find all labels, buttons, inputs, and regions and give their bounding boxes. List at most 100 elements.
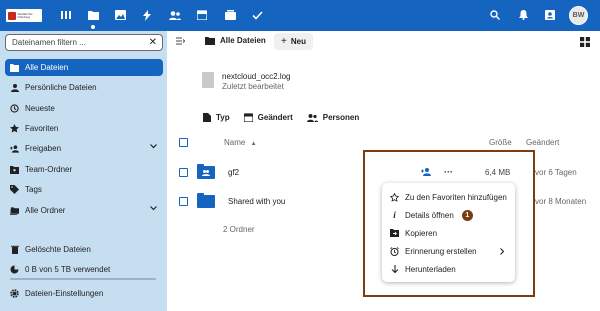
sidebar-item-tags[interactable]: Tags [5,181,163,198]
grid-view-icon[interactable] [580,37,590,47]
info-icon: i [393,210,396,220]
clear-filter-icon[interactable]: ✕ [149,37,157,48]
filter-modified-label: Geändert [257,113,293,122]
notifications-bell-icon[interactable] [516,8,530,22]
sidebar-item-label: Persönliche Dateien [25,83,97,92]
filter-people-label: Personen [322,113,360,122]
contacts-icon[interactable] [168,8,182,22]
menu-item-label: Herunterladen [405,264,456,274]
menu-item-create-reminder[interactable]: Erinnerung erstellen [382,242,515,260]
breadcrumb-label: Alle Dateien [220,36,266,45]
file-modified: vor 8 Monaten [535,196,587,206]
folder-icon [197,192,215,208]
team-folder-icon [10,165,19,174]
recent-file-subtitle: Zuletzt bearbeitet [222,82,284,91]
file-modified: vor 6 Tagen [535,167,577,177]
menu-item-label: Erinnerung erstellen [405,246,477,256]
people-icon [306,113,318,122]
contacts-menu-icon[interactable] [543,8,557,22]
recent-file-name: nextcloud_occ2.log [222,72,291,81]
filter-people[interactable]: Personen [306,113,360,122]
filter-placeholder: Dateinamen filtern ... [12,38,86,47]
sidebar-item-label: Dateien-Einstellungen [25,289,104,298]
files-settings-button[interactable]: Dateien-Einstellungen [5,285,163,302]
top-bar: Stadtarchiv Nürnberg BW [0,0,600,31]
folder-summary: 2 Ordner [223,225,255,234]
sidebar-item-label: Freigaben [25,144,62,153]
user-icon [10,83,19,92]
select-all-checkbox[interactable] [179,138,188,147]
plus-icon: + [281,36,287,47]
quota-bar [10,278,156,280]
row-checkbox[interactable] [179,167,188,177]
sort-ascending-icon: ▲ [250,141,257,147]
filter-input[interactable]: Dateinamen filtern ... ✕ [5,34,163,51]
filter-chips: Typ Geändert Personen [203,113,359,122]
calendar-icon [243,113,253,122]
row-checkbox[interactable] [179,196,188,206]
sidebar-item-label: Gelöschte Dateien [25,245,91,254]
dashboard-icon[interactable] [59,8,73,22]
star-outline-icon [390,192,399,202]
sidebar-item-team-folders[interactable]: Team-Ordner [5,161,163,178]
folder-multiple-icon [10,206,19,215]
column-modified[interactable]: Geändert [526,138,559,147]
chevron-down-icon[interactable] [150,206,157,211]
star-icon [10,124,19,133]
toggle-navigation-icon[interactable] [176,37,185,45]
activity-icon[interactable] [140,8,154,22]
sidebar-item-label: Team-Ordner [25,165,73,174]
deck-icon[interactable] [223,8,237,22]
file-type-icon [203,113,211,122]
sidebar-item-deleted-files[interactable]: Gelöschte Dateien [5,241,163,258]
sidebar-item-label: Alle Ordner [25,206,66,215]
sidebar-item-favorites[interactable]: Favoriten [5,120,163,137]
sidebar-item-all-files[interactable]: Alle Dateien [5,59,163,76]
filter-type[interactable]: Typ [203,113,230,122]
sidebar-item-personal-files[interactable]: Persönliche Dateien [5,79,163,96]
search-icon[interactable] [488,8,502,22]
pie-chart-icon [10,265,19,274]
folder-move-icon [390,229,399,237]
file-name[interactable]: gf2 [228,168,239,177]
menu-item-add-favorite[interactable]: Zu den Favoriten hinzufügen [382,188,515,206]
context-menu: Zu den Favoriten hinzufügen i Details öf… [382,183,515,282]
share-icon [10,144,19,153]
tag-icon [10,185,19,194]
chevron-down-icon[interactable] [150,144,157,149]
file-name[interactable]: Shared with you [228,197,285,206]
column-name[interactable]: Name ▲ [224,138,257,147]
annotation-badge: 1 [461,209,473,221]
new-button[interactable]: + Neu [274,33,313,50]
photos-icon[interactable] [113,8,127,22]
sidebar-item-label: Favoriten [25,124,59,133]
history-icon [10,104,19,113]
recent-file-card[interactable]: nextcloud_occ2.log Zuletzt bearbeitet [202,72,291,92]
menu-item-open-details[interactable]: i Details öffnen 1 [382,206,515,224]
sidebar-item-all-folders[interactable]: Alle Ordner [5,202,163,219]
user-avatar[interactable]: BW [569,6,588,25]
files-icon[interactable] [86,8,100,29]
tasks-icon[interactable] [250,8,264,22]
sidebar-item-label: Tags [25,185,42,194]
new-button-label: Neu [290,37,306,46]
menu-item-label: Details öffnen [405,210,454,220]
folder-icon [10,63,19,72]
menu-item-download[interactable]: Herunterladen [382,260,515,278]
logo-text: Stadtarchiv Nürnberg [17,11,33,19]
calendar-icon[interactable] [195,8,209,22]
sidebar: Dateinamen filtern ... ✕ Alle Dateien Pe… [0,31,167,311]
sidebar-item-label: Neueste [25,104,55,113]
column-size[interactable]: Größe [489,138,512,147]
filter-modified[interactable]: Geändert [243,113,293,122]
logo[interactable]: Stadtarchiv Nürnberg [6,9,42,22]
breadcrumb-all-files[interactable]: Alle Dateien [205,36,266,45]
sidebar-item-recent[interactable]: Neueste [5,100,163,117]
sidebar-item-shares[interactable]: Freigaben [5,140,163,157]
quota-label: 0 B von 5 TB verwendet [25,265,111,274]
menu-item-label: Kopieren [405,228,438,238]
menu-item-copy[interactable]: Kopieren [382,224,515,242]
menu-item-label: Zu den Favoriten hinzufügen [405,192,507,202]
file-icon [202,72,214,88]
trash-icon [10,245,19,254]
